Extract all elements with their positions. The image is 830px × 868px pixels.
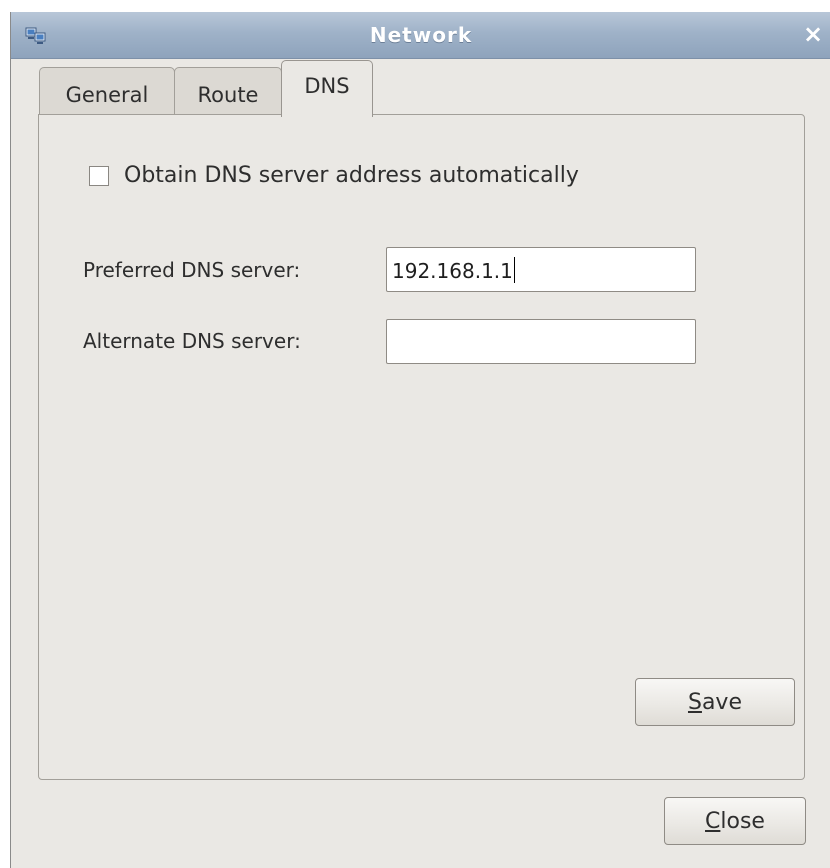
window-title: Network [369, 23, 473, 47]
close-mnemonic: C [705, 808, 721, 834]
close-label-rest: lose [720, 808, 765, 834]
close-button[interactable]: Close [664, 797, 806, 845]
network-dialog: Network × General Route DNS Obtain DNS s… [10, 12, 830, 868]
save-mnemonic: S [687, 689, 702, 715]
preferred-dns-label: Preferred DNS server: [83, 258, 301, 282]
alternate-dns-label: Alternate DNS server: [83, 329, 301, 353]
alternate-dns-input[interactable] [386, 319, 696, 364]
preferred-dns-input[interactable]: 192.168.1.1 [386, 247, 696, 292]
save-button[interactable]: Save [635, 678, 795, 726]
save-label-rest: ave [701, 689, 742, 715]
close-icon[interactable]: × [801, 20, 825, 48]
preferred-dns-value: 192.168.1.1 [392, 259, 513, 283]
tab-route[interactable]: Route [174, 67, 282, 115]
tab-general[interactable]: General [39, 67, 175, 115]
dns-tab-panel: Obtain DNS server address automatically … [38, 114, 805, 780]
title-bar[interactable]: Network × [11, 12, 830, 59]
tab-dns[interactable]: DNS [281, 60, 373, 117]
text-caret [513, 257, 515, 283]
auto-dns-label[interactable]: Obtain DNS server address automatically [124, 163, 579, 188]
auto-dns-option[interactable]: Obtain DNS server address automatically [89, 163, 579, 188]
auto-dns-checkbox[interactable] [89, 165, 109, 186]
